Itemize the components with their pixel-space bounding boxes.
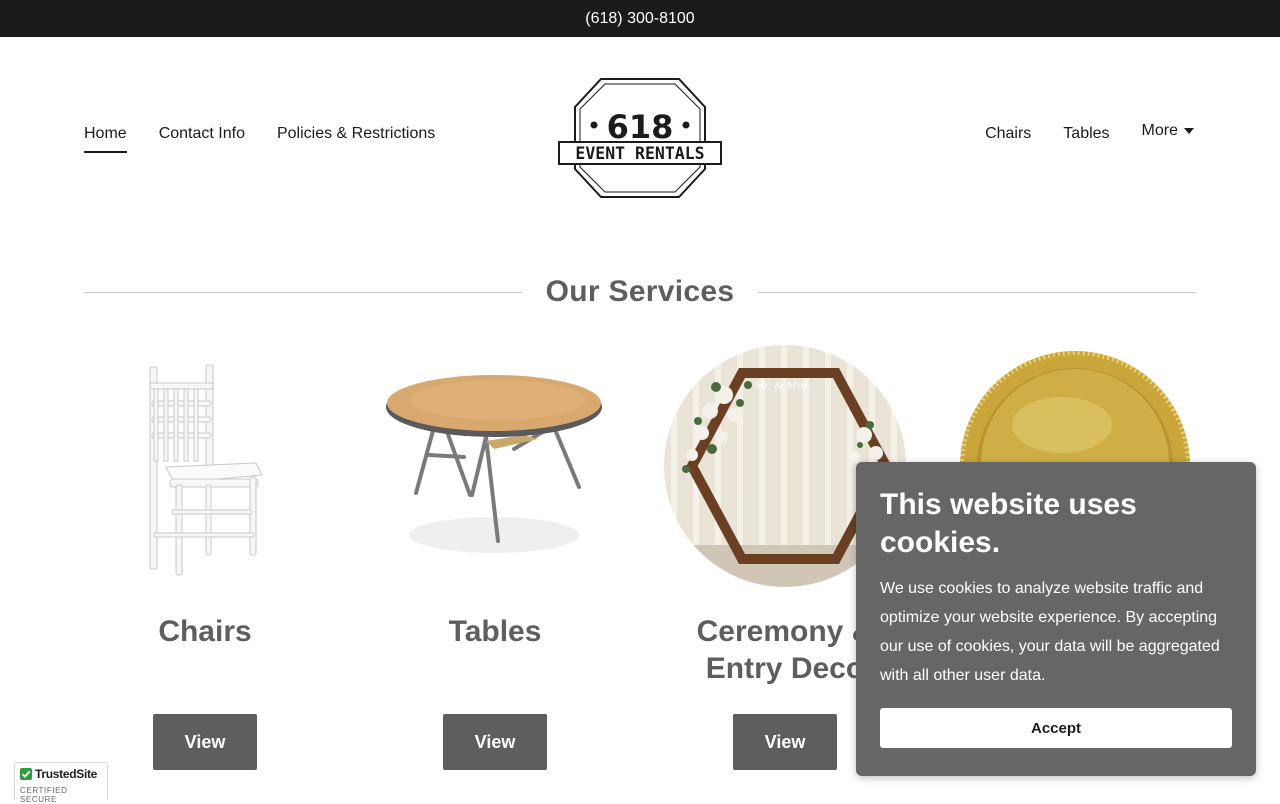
cookie-title: This website uses cookies. xyxy=(880,488,1137,559)
nav-more-label: More xyxy=(1141,122,1178,139)
chair-image xyxy=(84,345,326,587)
logo-number: 618 xyxy=(607,108,674,146)
badge-subtitle: CERTIFIED SECURE xyxy=(20,786,68,804)
nav-policies-restrictions[interactable]: Policies & Restrictions xyxy=(277,125,435,153)
view-tables-button[interactable]: View xyxy=(443,714,547,770)
cookie-message: We use cookies to analyze website traffi… xyxy=(880,580,1220,684)
card-title-chairs: Chairs xyxy=(158,615,252,648)
cookie-banner: This website uses cookies. We use cookie… xyxy=(856,462,1256,776)
trustedsite-badge[interactable]: TrustedSite CERTIFIED SECURE xyxy=(14,762,108,804)
view-ceremony-button[interactable]: View xyxy=(733,714,837,770)
phone-link[interactable]: (618) 300-8100 xyxy=(585,10,694,28)
section-title: Our Services xyxy=(545,275,735,308)
services-heading: Our Services xyxy=(84,272,1196,312)
service-card-chairs: Chairs View xyxy=(84,345,326,770)
divider-right xyxy=(758,291,1196,293)
nav-chairs[interactable]: Chairs xyxy=(985,125,1031,151)
nav-contact-info[interactable]: Contact Info xyxy=(159,125,245,153)
nav-home[interactable]: Home xyxy=(84,125,127,153)
logo-text: EVENT RENTALS xyxy=(575,144,704,163)
card-title-tables: Tables xyxy=(448,615,542,648)
badge-brand: TrustedSite xyxy=(35,767,98,781)
nav-more-dropdown[interactable]: More xyxy=(1142,122,1194,148)
nav-tables[interactable]: Tables xyxy=(1063,125,1109,151)
arch-sign-text: Mr. & Mrs. xyxy=(753,381,810,392)
view-chairs-button[interactable]: View xyxy=(153,714,257,770)
main-nav-right: Chairs Tables More xyxy=(953,122,1194,151)
service-card-tables: Tables View xyxy=(374,345,616,770)
main-nav-left: Home Contact Info Policies & Restriction… xyxy=(84,125,467,153)
site-logo[interactable]: 618 EVENT RENTALS xyxy=(557,77,723,199)
checkmark-icon xyxy=(20,768,32,780)
divider-left xyxy=(84,291,522,293)
accept-cookies-button[interactable]: Accept xyxy=(880,708,1232,748)
top-bar: (618) 300-8100 xyxy=(0,0,1280,37)
table-image xyxy=(374,345,616,587)
caret-down-icon xyxy=(1184,128,1194,134)
